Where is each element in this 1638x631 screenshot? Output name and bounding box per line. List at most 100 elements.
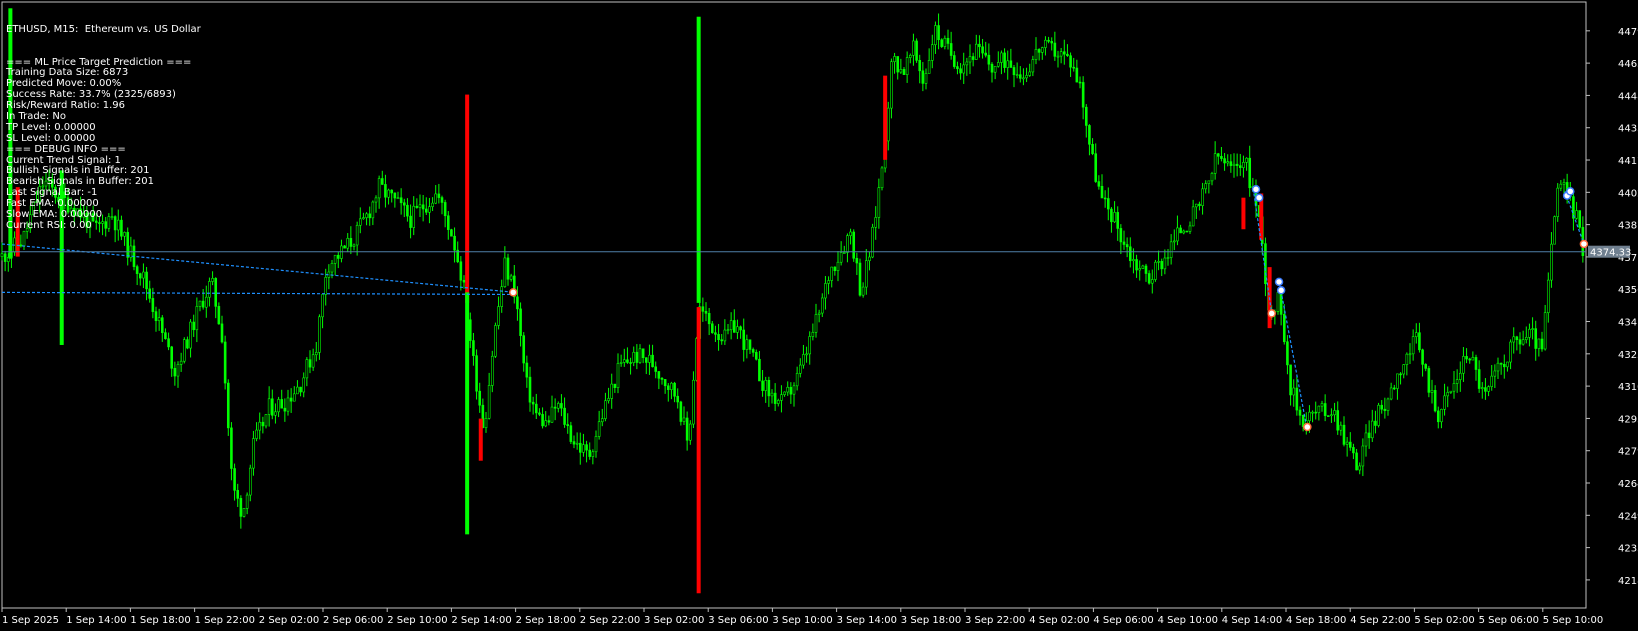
sell-marker[interactable] <box>1579 239 1589 249</box>
candle-body <box>424 208 428 213</box>
candle-body <box>1383 408 1387 411</box>
candle-body <box>1050 41 1054 44</box>
candle-body <box>729 320 733 331</box>
candle-body <box>1040 47 1044 53</box>
y-tick-label: 4402.55 <box>1618 188 1638 199</box>
candle-body <box>431 202 434 207</box>
candle-body <box>352 244 356 247</box>
candle-body <box>264 414 268 427</box>
candle-body <box>732 320 736 333</box>
candle-body <box>890 61 893 109</box>
candle-body <box>1512 336 1516 343</box>
candle-body <box>1389 387 1393 400</box>
candle-body <box>830 266 834 281</box>
candle-body <box>547 420 551 423</box>
candle-body <box>1066 53 1069 56</box>
candle-body <box>113 216 117 231</box>
candle-body <box>1578 210 1582 228</box>
candle-body <box>1213 153 1217 174</box>
candle-body <box>186 339 189 349</box>
candle-body <box>230 427 233 469</box>
candle-body <box>1116 212 1120 229</box>
candle-body <box>318 316 321 353</box>
candle-body <box>575 442 579 445</box>
candle-body <box>516 296 519 310</box>
candle-body <box>66 197 70 213</box>
y-tick-label: 4356.50 <box>1618 285 1638 296</box>
candle-body <box>69 207 73 213</box>
candle-body <box>154 311 158 321</box>
candle-body <box>792 385 796 395</box>
bullish-signal-bar <box>696 16 701 303</box>
candle-body <box>723 329 727 342</box>
candle-body <box>594 436 598 453</box>
x-tick-label: 4 Sep 18:00 <box>1286 615 1346 626</box>
candle-body <box>1452 383 1456 392</box>
candle-body <box>811 332 815 337</box>
buy-marker[interactable] <box>1251 185 1261 194</box>
sell-marker[interactable] <box>1267 309 1276 318</box>
candle-body <box>314 352 318 356</box>
candle-body <box>861 286 865 296</box>
candle-body <box>35 201 38 204</box>
buy-marker[interactable] <box>1254 193 1264 202</box>
candle-body <box>805 353 808 356</box>
candle-body <box>1047 39 1050 42</box>
buy-marker[interactable] <box>1566 187 1575 196</box>
candle-body <box>635 351 639 363</box>
candle-body <box>1298 409 1302 416</box>
chart-canvas[interactable]: 4479.30 4463.95 4448.60 4433.25 4417.90 4402.… <box>0 0 1638 631</box>
bearish-signal-bar <box>1241 197 1246 230</box>
candle-body <box>1242 162 1245 168</box>
bearish-signal-bar <box>465 94 470 303</box>
candle-body <box>798 364 802 374</box>
candle-body <box>1336 410 1340 431</box>
price-chart[interactable]: 4479.30 4463.95 4448.60 4433.25 4417.90 4402.… <box>0 0 1638 631</box>
candle-body <box>1075 67 1079 83</box>
candle-body <box>107 216 111 229</box>
sell-marker[interactable] <box>508 288 518 297</box>
candle-body <box>434 193 438 204</box>
candle-body <box>1248 157 1252 189</box>
candle-body <box>893 56 896 62</box>
buy-marker[interactable] <box>1276 286 1286 295</box>
candle-body <box>761 380 764 391</box>
candle-body <box>1317 405 1321 413</box>
candle-body <box>908 54 912 58</box>
candle-body <box>248 467 252 496</box>
candle-body <box>487 385 491 419</box>
candle-body <box>959 68 962 74</box>
candle-body <box>736 326 739 333</box>
candle-body <box>151 298 155 312</box>
x-tick-label: 5 Sep 02:00 <box>1414 615 1474 626</box>
candle-body <box>864 260 868 288</box>
candle-body <box>764 380 768 391</box>
candle-body <box>943 37 947 47</box>
candle-body <box>1245 157 1248 163</box>
candle-body <box>726 329 730 332</box>
candle-body <box>116 219 120 231</box>
candle-body <box>1022 77 1025 80</box>
candle-body <box>877 187 881 218</box>
x-tick-label: 3 Sep 22:00 <box>965 615 1025 626</box>
candle-body <box>308 359 312 368</box>
candle-body <box>1053 42 1057 57</box>
candle-body <box>1399 373 1402 376</box>
buy-marker[interactable] <box>1274 277 1284 287</box>
candle-body <box>632 351 636 363</box>
candle-body <box>767 380 771 397</box>
candle-body <box>1380 404 1384 410</box>
candle-body <box>802 354 805 366</box>
candle-body <box>1474 357 1478 370</box>
candle-body <box>497 306 500 326</box>
candle-body <box>1421 349 1424 365</box>
sell-marker[interactable] <box>1303 422 1312 432</box>
candle-body <box>384 184 387 198</box>
candle-body <box>626 359 629 363</box>
candle-body <box>324 277 328 295</box>
candle-body <box>1009 60 1013 68</box>
bearish-signal-bar <box>696 307 701 594</box>
candle-body <box>79 208 82 218</box>
x-tick-label: 4 Sep 06:00 <box>1093 615 1153 626</box>
candle-body <box>220 323 224 343</box>
